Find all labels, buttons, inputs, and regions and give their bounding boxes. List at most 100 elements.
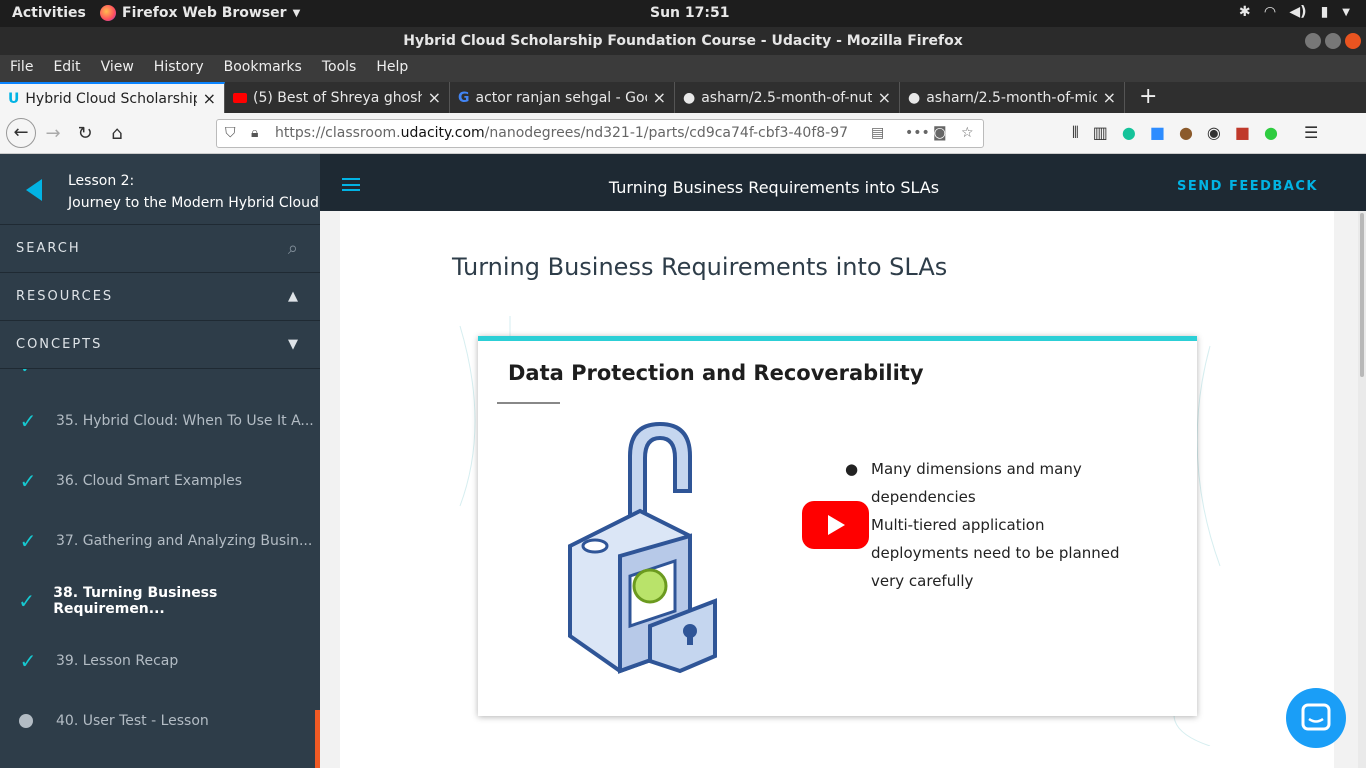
main-content: Turning Business Requirements into SLAs … xyxy=(320,211,1366,768)
bookmark-star-icon[interactable]: ☆ xyxy=(961,120,974,147)
menu-bookmarks[interactable]: Bookmarks xyxy=(214,55,312,82)
account-icon[interactable]: ◉ xyxy=(1207,123,1221,143)
new-tab-button[interactable]: + xyxy=(1125,82,1171,113)
lesson-label: Lesson 2: Journey to the Modern Hybrid C… xyxy=(68,170,319,214)
lock-icon[interactable]: 🔒︎ xyxy=(251,120,258,147)
close-tab-icon[interactable]: × xyxy=(878,88,891,107)
activities-button[interactable]: Activities xyxy=(12,5,86,21)
list-item-active[interactable]: ✓ 38. Turning Business Requiremen... xyxy=(0,571,320,631)
system-tray[interactable]: ✱ ◠ ◀) ▮ ▼ xyxy=(1239,4,1350,20)
list-item[interactable]: ✓ 39. Lesson Recap xyxy=(0,631,320,691)
github-icon: ● xyxy=(683,89,696,106)
youtube-play-button[interactable] xyxy=(802,501,869,549)
youtube-icon xyxy=(233,92,247,103)
cookie-icon[interactable]: ● xyxy=(1179,123,1193,143)
tab-title: Hybrid Cloud Scholarship xyxy=(25,90,197,107)
list-item[interactable]: 40. User Test - Lesson xyxy=(0,691,320,751)
reader-view-icon[interactable]: ▤ xyxy=(865,120,885,147)
extension-icon[interactable]: ■ xyxy=(1235,123,1250,143)
close-tab-icon[interactable]: × xyxy=(653,88,666,107)
close-tab-icon[interactable]: × xyxy=(1103,88,1116,107)
zoom-icon[interactable]: ■ xyxy=(1150,123,1165,143)
system-top-bar: Activities Firefox Web Browser ▼ Sun 17:… xyxy=(0,0,1366,27)
more-actions-icon[interactable]: ••• xyxy=(905,120,930,147)
clock[interactable]: Sun 17:51 xyxy=(650,5,729,21)
bullet-icon: ● xyxy=(845,460,859,478)
chat-launcher-button[interactable] xyxy=(1286,688,1346,748)
green-extension-icon[interactable]: ● xyxy=(1264,123,1278,143)
list-item[interactable]: ✓ 37. Gathering and Analyzing Busin... xyxy=(0,511,320,571)
chat-icon xyxy=(1301,703,1331,731)
tab-title: actor ranjan sehgal - Goo xyxy=(475,89,647,106)
close-tab-icon[interactable]: × xyxy=(428,88,441,107)
tab-github-1[interactable]: ● asharn/2.5-month-of-nut × xyxy=(675,82,900,113)
app-name: Firefox Web Browser xyxy=(122,5,287,21)
content-card: Turning Business Requirements into SLAs … xyxy=(340,211,1334,768)
send-feedback-button[interactable]: SEND FEEDBACK xyxy=(1177,179,1318,194)
concepts-section[interactable]: CONCEPTS ▼ xyxy=(0,321,320,369)
bullet-item: ● Many dimensions and many dependencies xyxy=(845,455,1131,511)
minimize-button[interactable] xyxy=(1305,33,1321,49)
tab-youtube[interactable]: (5) Best of Shreya ghosha × xyxy=(225,82,450,113)
incomplete-dot-icon xyxy=(19,714,33,728)
url-bar[interactable]: ⛉ 🔒︎ https://classroom.udacity.com/nanod… xyxy=(216,119,984,148)
chevron-down-icon[interactable]: ▼ xyxy=(288,321,300,369)
list-item[interactable]: ✓ xyxy=(0,369,320,381)
slide-bullets: ● Many dimensions and many dependencies … xyxy=(845,455,1131,595)
menu-history[interactable]: History xyxy=(144,55,214,82)
concept-label: 37. Gathering and Analyzing Busin... xyxy=(56,533,313,549)
chevron-up-icon[interactable]: ▲ xyxy=(288,273,300,321)
scrollbar-thumb[interactable] xyxy=(1360,213,1364,377)
maximize-button[interactable] xyxy=(1325,33,1341,49)
concepts-label: CONCEPTS xyxy=(16,337,103,352)
close-button[interactable] xyxy=(1345,33,1361,49)
forward-button[interactable]: → xyxy=(40,121,66,147)
menu-file[interactable]: File xyxy=(0,55,43,82)
chevron-down-icon: ▼ xyxy=(292,7,301,19)
reload-button[interactable]: ↻ xyxy=(72,121,98,147)
menu-view[interactable]: View xyxy=(91,55,144,82)
app-menu[interactable]: Firefox Web Browser ▼ xyxy=(100,5,300,21)
grammarly-icon[interactable]: ● xyxy=(1122,123,1136,143)
page-title: Turning Business Requirements into SLAs xyxy=(452,253,948,281)
tab-google[interactable]: G actor ranjan sehgal - Goo × xyxy=(450,82,675,113)
list-item[interactable]: ✓ 35. Hybrid Cloud: When To Use It A... xyxy=(0,391,320,451)
tab-title: asharn/2.5-month-of-nut xyxy=(701,89,872,106)
home-button[interactable]: ⌂ xyxy=(104,121,130,147)
classroom-sidebar: Lesson 2: Journey to the Modern Hybrid C… xyxy=(0,154,320,768)
url-prefix: https://classroom. xyxy=(275,125,401,141)
menu-tools[interactable]: Tools xyxy=(312,55,367,82)
search-section[interactable]: SEARCH ⌕ xyxy=(0,225,320,273)
slide-title: Data Protection and Recoverability xyxy=(508,361,924,385)
sidebar-toggle-icon[interactable]: ▥ xyxy=(1093,123,1108,143)
udacity-icon: U xyxy=(8,90,20,107)
menu-edit[interactable]: Edit xyxy=(43,55,90,82)
check-icon: ✓ xyxy=(19,469,37,493)
page-scrollbar[interactable] xyxy=(1358,211,1366,768)
shield-icon[interactable]: ⛉ xyxy=(225,120,236,147)
list-item[interactable]: ✓ 36. Cloud Smart Examples xyxy=(0,451,320,511)
volume-icon[interactable]: ◀) xyxy=(1289,4,1306,20)
tab-udacity[interactable]: U Hybrid Cloud Scholarship × xyxy=(0,82,225,113)
library-icon[interactable]: ⫴ xyxy=(1072,123,1079,143)
battery-icon[interactable]: ▮ xyxy=(1321,4,1329,20)
close-tab-icon[interactable]: × xyxy=(203,89,216,108)
back-button[interactable]: ← xyxy=(6,118,36,148)
lesson-header[interactable]: Lesson 2: Journey to the Modern Hybrid C… xyxy=(0,154,320,225)
video-slide[interactable]: Data Protection and Recoverability ● Man… xyxy=(478,336,1197,716)
pocket-icon[interactable]: ◙ xyxy=(933,120,947,147)
check-icon: ✓ xyxy=(19,649,37,673)
lesson-name: Journey to the Modern Hybrid Cloud xyxy=(68,195,319,211)
tab-github-2[interactable]: ● asharn/2.5-month-of-mic × xyxy=(900,82,1125,113)
back-arrow-icon[interactable] xyxy=(26,179,42,201)
menu-help[interactable]: Help xyxy=(366,55,418,82)
search-icon[interactable]: ⌕ xyxy=(288,225,300,273)
chevron-down-icon[interactable]: ▼ xyxy=(1342,7,1350,18)
hamburger-menu-icon[interactable]: ☰ xyxy=(1304,123,1318,143)
slack-icon[interactable]: ✱ xyxy=(1239,4,1251,20)
url-domain: udacity.com xyxy=(400,125,485,141)
resources-section[interactable]: RESOURCES ▲ xyxy=(0,273,320,321)
concept-label: 39. Lesson Recap xyxy=(56,653,179,669)
wifi-icon[interactable]: ◠ xyxy=(1265,4,1276,20)
github-icon: ● xyxy=(908,89,921,106)
